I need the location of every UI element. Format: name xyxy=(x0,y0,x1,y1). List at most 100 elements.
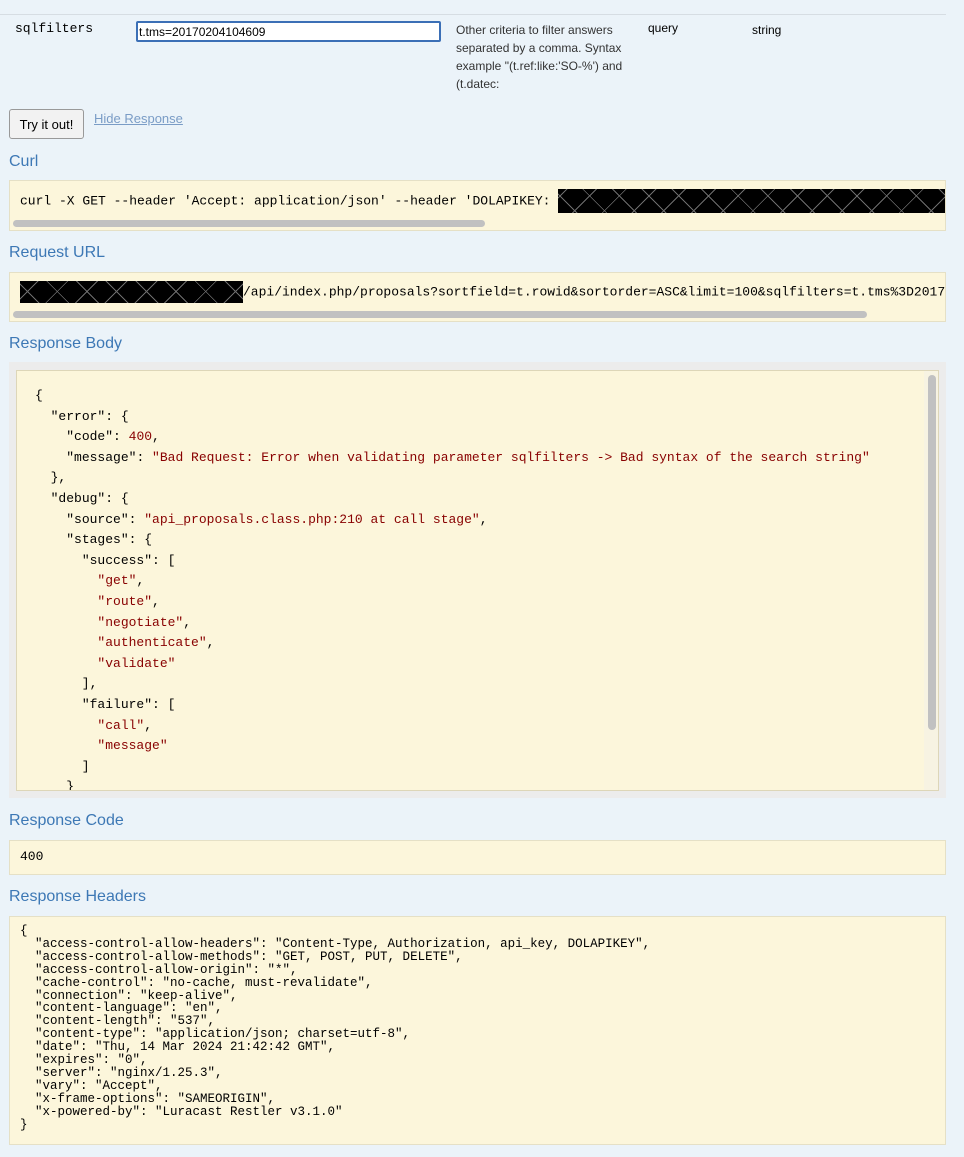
json-line: "validate" xyxy=(35,656,175,671)
json-string: "authenticate" xyxy=(97,635,207,651)
json-punct xyxy=(35,615,97,630)
curl-box: curl -X GET --header 'Accept: applicatio… xyxy=(9,180,946,231)
json-punct: , xyxy=(152,594,160,609)
redacted-api-key xyxy=(558,189,945,213)
param-description-line: example "(t.ref:like:'SO-%') and xyxy=(456,59,623,73)
json-line: "negotiate", xyxy=(35,615,191,630)
response-code-value: 400 xyxy=(20,849,44,864)
json-line: ] xyxy=(35,759,90,774)
json-number: 400 xyxy=(128,429,153,445)
json-punct: : { xyxy=(128,532,153,548)
json-punct xyxy=(35,718,97,733)
request-url-text: /api/index.php/proposals?sortfield=t.row… xyxy=(243,284,946,300)
json-line: "message": "Bad Request: Error when vali… xyxy=(35,450,870,465)
json-line: "message" xyxy=(35,738,167,753)
json-punct: }, xyxy=(35,470,67,486)
json-line: "source": "api_proposals.class.php:210 a… xyxy=(35,511,488,527)
response-body-scroll-track[interactable] xyxy=(924,371,938,790)
sqlfilters-input[interactable] xyxy=(136,21,441,42)
json-punct: : [ xyxy=(152,697,176,712)
json-punct xyxy=(35,697,82,712)
curl-command-text: curl -X GET --header 'Accept: applicatio… xyxy=(20,193,559,209)
param-description-line: (t.datec: xyxy=(456,77,500,91)
json-line: }, xyxy=(35,470,67,486)
header-line: "x-powered-by": "Luracast Restler v3.1.0… xyxy=(20,1104,343,1119)
param-name: sqlfilters xyxy=(15,21,94,36)
request-url-scrollbar[interactable] xyxy=(13,311,867,318)
header-line: "server": "nginx/1.25.3", xyxy=(20,1065,223,1080)
json-line: "code": 400, xyxy=(35,429,160,444)
json-punct xyxy=(35,429,66,444)
json-punct xyxy=(35,573,97,588)
json-line: { xyxy=(35,388,43,403)
header-line: "access-control-allow-headers": "Content… xyxy=(20,936,651,951)
json-line: "authenticate", xyxy=(35,635,214,650)
request-url: /api/index.php/proposals?sortfield=t.row… xyxy=(20,281,946,303)
response-code-box: 400 xyxy=(9,840,946,875)
request-url-title: Request URL xyxy=(9,244,106,261)
json-punct xyxy=(35,594,97,609)
json-string: "call" xyxy=(97,717,145,733)
response-body-title: Response Body xyxy=(9,335,122,352)
header-line: "vary": "Accept", xyxy=(20,1078,163,1093)
header-line: "access-control-allow-methods": "GET, PO… xyxy=(20,949,463,964)
json-key: "debug" xyxy=(50,491,106,506)
response-body-scrollbar[interactable] xyxy=(928,375,936,730)
response-code-title: Response Code xyxy=(9,812,124,829)
json-punct: : { xyxy=(105,491,129,506)
json-key: "error" xyxy=(50,408,106,424)
param-description-line: Other criteria to filter answers xyxy=(456,23,613,37)
param-description: Other criteria to filter answers separat… xyxy=(456,21,641,93)
header-line: "access-control-allow-origin": "*", xyxy=(20,962,298,977)
json-line: "get", xyxy=(35,573,144,588)
header-line: "x-frame-options": "SAMEORIGIN", xyxy=(20,1091,276,1106)
json-line: } xyxy=(35,779,75,791)
json-punct: { xyxy=(35,388,43,403)
json-key: "failure" xyxy=(81,697,153,712)
json-punct xyxy=(35,512,66,527)
json-line: "debug": { xyxy=(35,491,129,506)
json-line: "route", xyxy=(35,594,160,609)
json-punct: ], xyxy=(35,676,98,692)
header-line: } xyxy=(20,1117,28,1132)
json-string: "validate" xyxy=(97,655,176,671)
json-punct: : xyxy=(136,449,153,465)
json-punct: , xyxy=(136,573,145,589)
json-punct: } xyxy=(35,779,75,791)
curl-command: curl -X GET --header 'Accept: applicatio… xyxy=(20,189,945,213)
request-url-box: /api/index.php/proposals?sortfield=t.row… xyxy=(9,272,946,322)
json-punct xyxy=(35,553,82,568)
json-punct xyxy=(35,409,51,424)
json-punct xyxy=(35,532,66,547)
json-punct: , xyxy=(144,717,153,733)
param-description-line: separated by a comma. Syntax xyxy=(456,41,622,55)
json-punct xyxy=(35,656,97,671)
response-body-container: { "error": { "code": 400, "message": "Ba… xyxy=(9,362,946,798)
curl-title: Curl xyxy=(9,153,39,170)
top-divider xyxy=(0,14,946,15)
json-string: "negotiate" xyxy=(97,614,184,630)
json-punct: ] xyxy=(35,758,90,774)
json-punct: : [ xyxy=(152,552,176,568)
json-line: "call", xyxy=(35,718,152,733)
curl-scrollbar[interactable] xyxy=(13,220,485,227)
json-key: "stages" xyxy=(66,532,129,548)
json-punct: , xyxy=(479,511,488,527)
json-line: "error": { xyxy=(35,409,129,424)
json-punct: , xyxy=(183,614,192,630)
hide-response-link[interactable]: Hide Response xyxy=(94,111,183,126)
json-string: "route" xyxy=(97,594,153,609)
json-punct: : xyxy=(113,429,129,445)
json-punct xyxy=(35,491,51,506)
json-punct: : xyxy=(128,511,145,527)
response-headers-box: { "access-control-allow-headers": "Conte… xyxy=(9,916,946,1145)
param-type: query xyxy=(648,21,679,35)
response-body[interactable]: { "error": { "code": 400, "message": "Ba… xyxy=(16,370,939,791)
param-data-type: string xyxy=(752,23,782,37)
json-punct: : { xyxy=(105,408,129,424)
response-headers-title: Response Headers xyxy=(9,888,146,905)
json-key: "message" xyxy=(66,449,137,465)
try-it-out-button[interactable]: Try it out! xyxy=(9,109,84,139)
json-string: "get" xyxy=(97,573,137,589)
json-punct xyxy=(35,635,97,650)
